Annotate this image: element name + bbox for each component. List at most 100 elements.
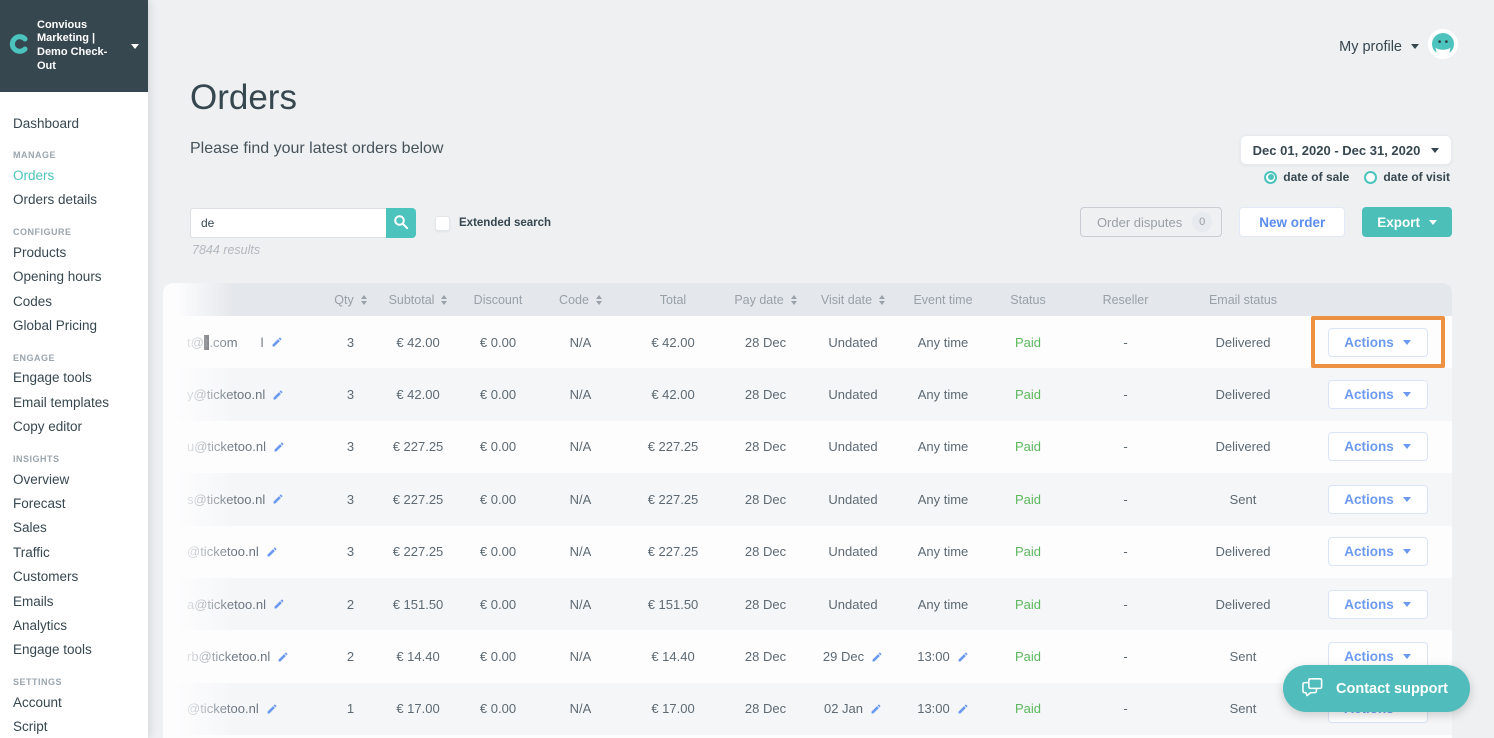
subtotal-cell: € 227.25 [392,544,444,560]
workspace-switcher[interactable]: Convious Marketing | Demo Check-Out [0,0,148,92]
sidebar-item-account[interactable]: Account [13,690,142,714]
sidebar-item-products[interactable]: Products [13,240,142,264]
radio-date-of-sale[interactable]: date of sale [1264,170,1349,184]
radio-date-of-visit[interactable]: date of visit [1364,170,1450,184]
edit-email-icon[interactable] [273,598,285,610]
edit-email-icon[interactable] [272,493,284,505]
actions-button[interactable]: Actions [1327,432,1428,462]
edit-event-time-icon[interactable] [957,651,969,663]
new-order-button[interactable]: New order [1239,207,1346,237]
actions-button[interactable]: Actions [1327,327,1428,357]
page-subtitle: Please find your latest orders below [190,140,444,157]
edit-email-icon[interactable] [266,703,278,715]
sidebar: Convious Marketing | Demo Check-Out Dash… [0,0,148,738]
sidebar-item-copy-editor[interactable]: Copy editor [13,415,142,439]
chevron-down-icon [1431,147,1440,153]
sidebar-section-engage: ENGAGE [13,352,56,363]
code-cell: N/A [569,439,592,455]
sidebar-item-analytics[interactable]: Analytics [13,613,142,637]
sidebar-nav: Dashboard MANAGE Orders Orders details CONFI… [0,92,148,738]
actions-button[interactable]: Actions [1327,484,1428,514]
edit-email-icon[interactable] [266,546,278,558]
sidebar-item-overview[interactable]: Overview [13,467,142,491]
sort-icon[interactable] [879,294,886,305]
reseller-cell: - [1123,596,1128,612]
column-header-subtotal[interactable]: Subtotal [378,283,458,316]
sidebar-item-emails[interactable]: Emails [13,589,142,613]
table-row: t@t.com l 3 € 42.00 € 0.00 N/A € 42.00 2… [163,316,1452,369]
sort-icon[interactable] [595,294,602,305]
sidebar-item-engage-tools[interactable]: Engage tools [13,638,142,662]
sidebar-item-forecast[interactable]: Forecast [13,491,142,515]
radio-selected-icon[interactable] [1264,170,1278,184]
customer-email: rb@ticketoo.nl [187,649,271,665]
qty-cell: 1 [346,701,355,717]
edit-email-icon[interactable] [272,389,284,401]
sidebar-item-global-pricing[interactable]: Global Pricing [13,313,142,337]
sort-icon[interactable] [360,294,367,305]
pay-date-cell: 28 Dec [744,491,787,507]
qty-cell: 2 [346,649,355,665]
search-input[interactable] [190,208,386,238]
edit-email-icon[interactable] [271,336,283,348]
extended-search-toggle[interactable]: Extended search [435,215,552,231]
sort-icon[interactable] [441,294,448,305]
email-extra-text: l [260,334,264,350]
date-range-picker[interactable]: Dec 01, 2020 - Dec 31, 2020 [1240,135,1452,165]
actions-cell: Actions [1303,589,1452,619]
sidebar-item-opening-hours[interactable]: Opening hours [13,265,142,289]
sidebar-item-email-templates[interactable]: Email templates [13,390,142,414]
contact-support-button[interactable]: Contact support [1283,665,1470,712]
total-cell: € 151.50 [647,596,699,612]
sidebar-item-script[interactable]: Script [13,714,142,738]
sidebar-item-dashboard[interactable]: Dashboard [13,111,142,135]
table-row: rb@ticketoo.nl 2 € 14.40 € 0.00 N/A € 14… [163,630,1452,683]
actions-button[interactable]: Actions [1327,537,1428,567]
sort-icon[interactable] [790,294,797,305]
actions-cell: Actions [1303,380,1452,410]
edit-visit-date-icon[interactable] [870,703,882,715]
avatar[interactable] [1428,29,1458,64]
sidebar-item-engage-tools[interactable]: Engage tools [13,366,142,390]
sidebar-item-customers[interactable]: Customers [13,564,142,588]
radio-unselected-icon[interactable] [1364,170,1378,184]
visit-date-cell: Undated [828,544,878,560]
edit-event-time-icon[interactable] [957,703,969,715]
edit-email-icon[interactable] [273,441,285,453]
sidebar-item-traffic[interactable]: Traffic [13,540,142,564]
column-header-pay[interactable]: Pay date [723,283,808,316]
email-status-cell: Sent [1229,649,1257,665]
column-header-visit[interactable]: Visit date [808,283,898,316]
subtotal-cell: € 14.40 [396,649,440,665]
event-time-cell: Any time [917,491,969,507]
pay-date-cell: 28 Dec [744,701,787,717]
actions-button[interactable]: Actions [1327,589,1428,619]
subtotal-cell: € 17.00 [396,701,440,717]
column-header-code[interactable]: Code [538,283,623,316]
discount-cell: € 0.00 [479,491,517,507]
visit-date-cell: Undated [828,334,878,350]
search-button[interactable] [386,208,416,238]
sidebar-section-manage: MANAGE [13,150,56,161]
chevron-down-icon [1402,392,1411,398]
total-cell: € 42.00 [651,387,695,403]
edit-visit-date-icon[interactable] [871,651,883,663]
orders-table: Qty Subtotal Discount Code Total Pay date Visi… [163,283,1452,738]
visit-date-cell: Undated [828,439,878,455]
sidebar-item-codes[interactable]: Codes [13,289,142,313]
table-row: u@ticketoo.nl 3 € 227.25 € 0.00 N/A € 22… [163,420,1452,474]
order-disputes-button[interactable]: Order disputes 0 [1079,207,1223,237]
extended-search-checkbox[interactable] [435,215,450,231]
sidebar-item-orders-details[interactable]: Orders details [13,188,142,212]
sidebar-item-orders[interactable]: Orders [13,163,142,187]
export-button[interactable]: Export [1362,207,1452,237]
edit-email-icon[interactable] [277,651,289,663]
chevron-down-icon [1429,219,1437,225]
extended-search-label: Extended search [459,217,552,229]
column-header-qty[interactable]: Qty [323,283,378,316]
email-cell: a@ticketoo.nl [163,597,323,612]
actions-button[interactable]: Actions [1327,380,1428,410]
sidebar-item-sales[interactable]: Sales [13,516,142,540]
reseller-cell: - [1123,387,1128,403]
profile-menu[interactable]: My profile [1339,29,1458,64]
